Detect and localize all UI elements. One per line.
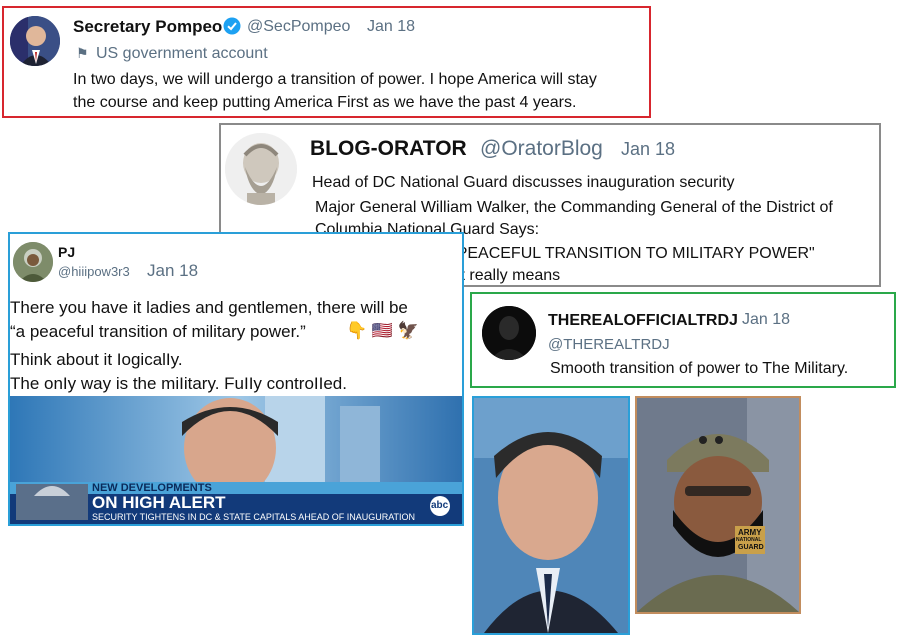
tweet-card-pj[interactable]: PJ @hiiipow3r3 Jan 18 There you have it … <box>8 232 464 396</box>
tweet-date[interactable]: Jan 18 <box>367 18 415 36</box>
tweet-text-line: “a peaceful transition of military power… <box>10 322 306 341</box>
mask-text: GUARD <box>738 544 764 551</box>
tweet-text-line: The onIy way is the miIitary. FuIIy cont… <box>10 374 347 393</box>
tweet-text-line: Think about it IogicalIy. <box>10 350 183 369</box>
author-name[interactable]: Secretary Pompeo <box>73 17 222 37</box>
tweet-emoji-group: 👇 🇺🇸 🦅 <box>346 321 419 340</box>
author-name[interactable]: PJ <box>58 244 75 260</box>
verified-badge-icon <box>223 17 241 40</box>
avatar-pompeo[interactable] <box>10 16 60 66</box>
tweet-text-line: In two days, we will undergo a transitio… <box>73 71 597 88</box>
tweet-text: Smooth transition of power to The Milita… <box>550 360 849 377</box>
author-name[interactable]: BLOG-ORATOR <box>310 137 467 161</box>
mask-text: ARMY <box>738 528 762 537</box>
tweet-card-trdj[interactable]: THEREALOFFICIALTRDJ Jan 18 @THEREALTRDJ … <box>470 292 896 388</box>
tweet-card-pompeo[interactable]: Secretary Pompeo @SecPompeo Jan 18 ⚑ US … <box>2 6 651 118</box>
tweet-text-line: Major General William Walker, the Comman… <box>315 199 833 216</box>
news-broadcast-image[interactable]: NEW DEVELOPMENTS ON HIGH ALERT SECURITY … <box>8 396 464 526</box>
tweet-date[interactable]: Jan 18 <box>621 139 675 160</box>
tweet-text-line: Head of DC National Guard discusses inau… <box>312 174 735 191</box>
government-account-label: US government account <box>96 45 268 62</box>
author-handle[interactable]: @SecPompeo <box>247 18 350 36</box>
avatar-pj[interactable] <box>13 242 53 282</box>
avatar-orator-bust[interactable] <box>225 133 297 205</box>
author-handle[interactable]: @hiiipow3r3 <box>58 264 130 279</box>
anchor-photo[interactable] <box>472 396 630 635</box>
author-handle[interactable]: @THEREALTRDJ <box>548 336 670 353</box>
news-subline: SECURITY TIGHTENS IN DC & STATE CAPITALS… <box>92 512 416 522</box>
network-logo: abc <box>431 500 449 511</box>
author-handle[interactable]: @OratorBlog <box>480 137 603 161</box>
mask-text: NATIONAL <box>736 537 762 543</box>
author-name[interactable]: THEREALOFFICIALTRDJ <box>548 312 738 330</box>
avatar-trdj[interactable] <box>482 306 536 360</box>
news-headline: ON HIGH ALERT <box>92 493 226 512</box>
flag-icon: ⚑ <box>76 45 89 61</box>
tweet-text-line: the course and keep putting America Firs… <box>73 94 577 111</box>
general-photo[interactable]: ARMY NATIONAL GUARD <box>635 396 801 614</box>
tweet-date[interactable]: Jan 18 <box>742 311 790 329</box>
tweet-text-line: There you have it ladies and gentlemen, … <box>10 298 408 317</box>
tweet-date[interactable]: Jan 18 <box>147 261 198 281</box>
